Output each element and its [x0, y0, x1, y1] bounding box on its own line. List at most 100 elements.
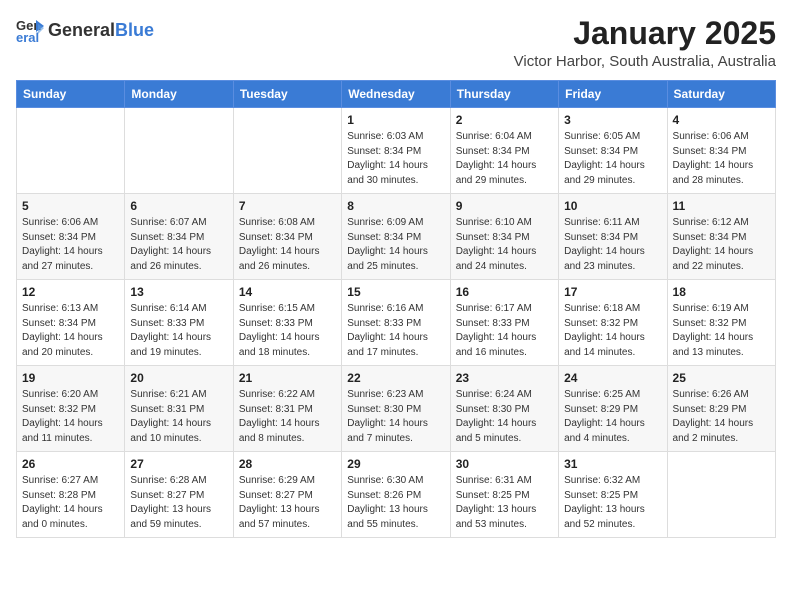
day-number: 3 [564, 113, 661, 127]
calendar-cell: 15 Sunrise: 6:16 AM Sunset: 8:33 PM Dayli… [342, 280, 450, 366]
day-number: 11 [673, 199, 770, 213]
logo: Gen eral General Blue [16, 16, 154, 44]
day-info: Sunrise: 6:22 AM Sunset: 8:31 PM Dayligh… [239, 388, 336, 446]
day-info: Sunrise: 6:14 AM Sunset: 8:33 PM Dayligh… [130, 302, 227, 360]
day-number: 31 [564, 457, 661, 471]
day-number: 19 [22, 371, 119, 385]
weekday-header-sunday: Sunday [17, 81, 125, 108]
day-info: Sunrise: 6:06 AM Sunset: 8:34 PM Dayligh… [673, 130, 770, 188]
day-number: 26 [22, 457, 119, 471]
day-number: 15 [347, 285, 444, 299]
calendar-cell: 11 Sunrise: 6:12 AM Sunset: 8:34 PM Dayli… [667, 194, 775, 280]
calendar-cell: 6 Sunrise: 6:07 AM Sunset: 8:34 PM Daylig… [125, 194, 233, 280]
day-info: Sunrise: 6:25 AM Sunset: 8:29 PM Dayligh… [564, 388, 661, 446]
calendar-cell: 9Sunrise: 6:10 AM Sunset: 8:34 PM Daylig… [450, 194, 558, 280]
calendar-cell: 26Sunrise: 6:27 AM Sunset: 8:28 PM Dayli… [17, 452, 125, 538]
day-number: 8 [347, 199, 444, 213]
calendar-cell: 2Sunrise: 6:04 AM Sunset: 8:34 PM Daylig… [450, 108, 558, 194]
day-number: 7 [239, 199, 336, 213]
calendar-cell: 18Sunrise: 6:19 AM Sunset: 8:32 PM Dayli… [667, 280, 775, 366]
calendar-cell: 12 Sunrise: 6:13 AM Sunset: 8:34 PM Dayli… [17, 280, 125, 366]
day-number: 5 [22, 199, 119, 213]
day-number: 21 [239, 371, 336, 385]
calendar-subtitle: Victor Harbor, South Australia, Australi… [514, 53, 776, 70]
calendar-cell [125, 108, 233, 194]
logo-icon: Gen eral [16, 16, 44, 44]
day-number: 10 [564, 199, 661, 213]
logo-general-text: General [48, 20, 115, 41]
calendar-cell: 27Sunrise: 6:28 AM Sunset: 8:27 PM Dayli… [125, 452, 233, 538]
day-info: Sunrise: 6:23 AM Sunset: 8:30 PM Dayligh… [347, 388, 444, 446]
calendar-cell: 24 Sunrise: 6:25 AM Sunset: 8:29 PM Dayli… [559, 366, 667, 452]
calendar-cell: 4 Sunrise: 6:06 AM Sunset: 8:34 PM Daylig… [667, 108, 775, 194]
day-info: Sunrise: 6:26 AM Sunset: 8:29 PM Dayligh… [673, 388, 770, 446]
day-number: 29 [347, 457, 444, 471]
day-info: Sunrise: 6:20 AM Sunset: 8:32 PM Dayligh… [22, 388, 119, 446]
day-number: 2 [456, 113, 553, 127]
day-info: Sunrise: 6:29 AM Sunset: 8:27 PM Dayligh… [239, 474, 336, 532]
calendar-week-row: 12 Sunrise: 6:13 AM Sunset: 8:34 PM Dayli… [17, 280, 776, 366]
day-info: Sunrise: 6:05 AM Sunset: 8:34 PM Dayligh… [564, 130, 661, 188]
day-number: 14 [239, 285, 336, 299]
logo-blue-text: Blue [115, 20, 154, 41]
calendar-table: SundayMondayTuesdayWednesdayThursdayFrid… [16, 80, 776, 538]
day-number: 16 [456, 285, 553, 299]
calendar-cell: 13 Sunrise: 6:14 AM Sunset: 8:33 PM Dayli… [125, 280, 233, 366]
day-info: Sunrise: 6:03 AM Sunset: 8:34 PM Dayligh… [347, 130, 444, 188]
calendar-cell: 14 Sunrise: 6:15 AM Sunset: 8:33 PM Dayli… [233, 280, 341, 366]
calendar-cell: 22 Sunrise: 6:23 AM Sunset: 8:30 PM Dayli… [342, 366, 450, 452]
day-info: Sunrise: 6:09 AM Sunset: 8:34 PM Dayligh… [347, 216, 444, 274]
day-number: 22 [347, 371, 444, 385]
day-info: Sunrise: 6:15 AM Sunset: 8:33 PM Dayligh… [239, 302, 336, 360]
day-info: Sunrise: 6:12 AM Sunset: 8:34 PM Dayligh… [673, 216, 770, 274]
day-number: 4 [673, 113, 770, 127]
calendar-cell [17, 108, 125, 194]
calendar-cell: 28Sunrise: 6:29 AM Sunset: 8:27 PM Dayli… [233, 452, 341, 538]
calendar-cell: 16Sunrise: 6:17 AM Sunset: 8:33 PM Dayli… [450, 280, 558, 366]
day-info: Sunrise: 6:32 AM Sunset: 8:25 PM Dayligh… [564, 474, 661, 532]
day-info: Sunrise: 6:28 AM Sunset: 8:27 PM Dayligh… [130, 474, 227, 532]
weekday-header-monday: Monday [125, 81, 233, 108]
day-info: Sunrise: 6:21 AM Sunset: 8:31 PM Dayligh… [130, 388, 227, 446]
calendar-week-row: 5 Sunrise: 6:06 AM Sunset: 8:34 PM Daylig… [17, 194, 776, 280]
day-info: Sunrise: 6:30 AM Sunset: 8:26 PM Dayligh… [347, 474, 444, 532]
day-number: 25 [673, 371, 770, 385]
day-number: 20 [130, 371, 227, 385]
day-number: 17 [564, 285, 661, 299]
calendar-title: January 2025 [514, 16, 776, 51]
day-info: Sunrise: 6:31 AM Sunset: 8:25 PM Dayligh… [456, 474, 553, 532]
calendar-cell: 7 Sunrise: 6:08 AM Sunset: 8:34 PM Daylig… [233, 194, 341, 280]
day-info: Sunrise: 6:08 AM Sunset: 8:34 PM Dayligh… [239, 216, 336, 274]
weekday-header-thursday: Thursday [450, 81, 558, 108]
calendar-cell: 21 Sunrise: 6:22 AM Sunset: 8:31 PM Dayli… [233, 366, 341, 452]
calendar-cell [233, 108, 341, 194]
day-info: Sunrise: 6:10 AM Sunset: 8:34 PM Dayligh… [456, 216, 553, 274]
calendar-cell: 29 Sunrise: 6:30 AM Sunset: 8:26 PM Dayli… [342, 452, 450, 538]
weekday-header-row: SundayMondayTuesdayWednesdayThursdayFrid… [17, 81, 776, 108]
day-info: Sunrise: 6:13 AM Sunset: 8:34 PM Dayligh… [22, 302, 119, 360]
day-number: 23 [456, 371, 553, 385]
calendar-week-row: 19 Sunrise: 6:20 AM Sunset: 8:32 PM Dayli… [17, 366, 776, 452]
day-info: Sunrise: 6:07 AM Sunset: 8:34 PM Dayligh… [130, 216, 227, 274]
calendar-cell: 23 Sunrise: 6:24 AM Sunset: 8:30 PM Dayli… [450, 366, 558, 452]
calendar-cell: 8 Sunrise: 6:09 AM Sunset: 8:34 PM Daylig… [342, 194, 450, 280]
day-number: 6 [130, 199, 227, 213]
calendar-cell: 31 Sunrise: 6:32 AM Sunset: 8:25 PM Dayli… [559, 452, 667, 538]
day-number: 24 [564, 371, 661, 385]
calendar-cell: 19 Sunrise: 6:20 AM Sunset: 8:32 PM Dayli… [17, 366, 125, 452]
calendar-cell: 30Sunrise: 6:31 AM Sunset: 8:25 PM Dayli… [450, 452, 558, 538]
day-info: Sunrise: 6:24 AM Sunset: 8:30 PM Dayligh… [456, 388, 553, 446]
calendar-week-row: 26Sunrise: 6:27 AM Sunset: 8:28 PM Dayli… [17, 452, 776, 538]
day-number: 12 [22, 285, 119, 299]
calendar-cell [667, 452, 775, 538]
day-info: Sunrise: 6:11 AM Sunset: 8:34 PM Dayligh… [564, 216, 661, 274]
calendar-week-row: 1Sunrise: 6:03 AM Sunset: 8:34 PM Daylig… [17, 108, 776, 194]
day-info: Sunrise: 6:19 AM Sunset: 8:32 PM Dayligh… [673, 302, 770, 360]
day-number: 13 [130, 285, 227, 299]
weekday-header-friday: Friday [559, 81, 667, 108]
calendar-cell: 3 Sunrise: 6:05 AM Sunset: 8:34 PM Daylig… [559, 108, 667, 194]
day-info: Sunrise: 6:06 AM Sunset: 8:34 PM Dayligh… [22, 216, 119, 274]
weekday-header-saturday: Saturday [667, 81, 775, 108]
day-info: Sunrise: 6:16 AM Sunset: 8:33 PM Dayligh… [347, 302, 444, 360]
svg-text:eral: eral [16, 30, 39, 44]
